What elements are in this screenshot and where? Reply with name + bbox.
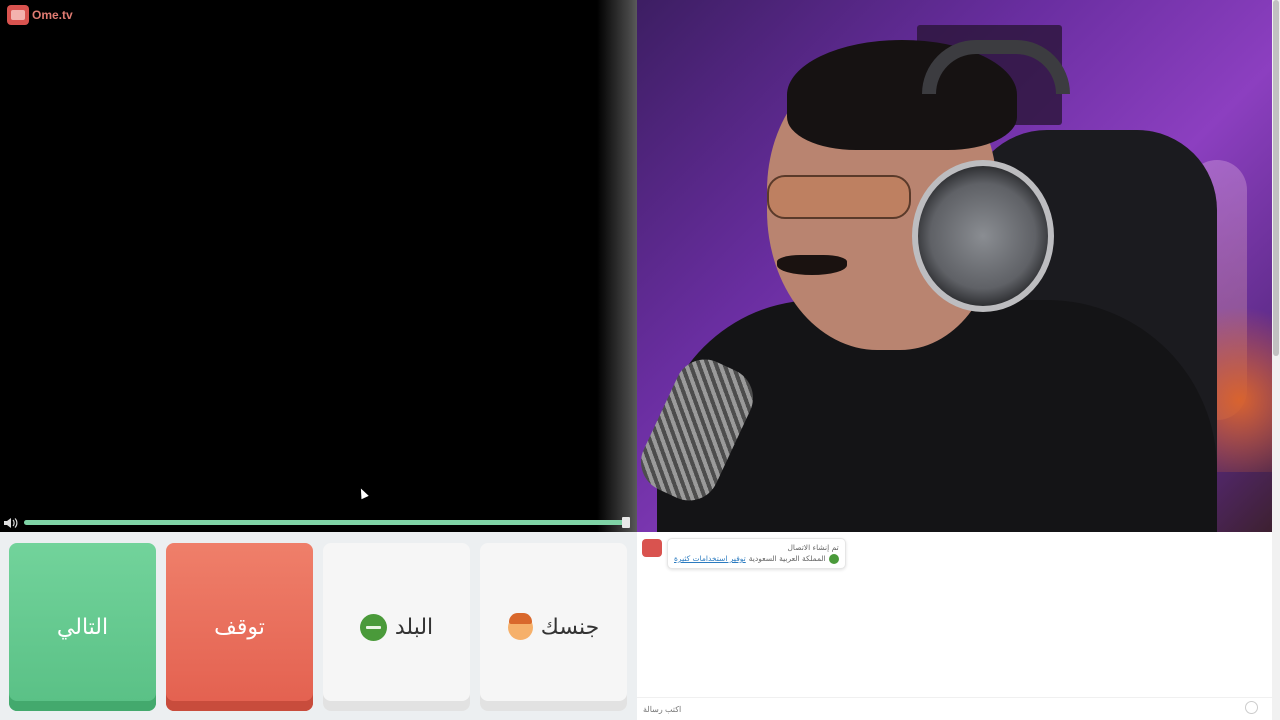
saudi-flag-icon (828, 553, 839, 564)
headphone-icon (912, 160, 1054, 312)
volume-slider[interactable] (24, 517, 630, 528)
boy-icon (507, 612, 533, 640)
speaker-icon[interactable] (3, 514, 23, 532)
chat-input[interactable] (641, 701, 1240, 718)
stop-button[interactable]: توقف (166, 543, 313, 711)
emoji-icon[interactable] (1245, 701, 1258, 714)
country-text: المملكة العربية السعودية (748, 554, 826, 563)
chat-message: تم إنشاء الاتصال المملكة العربية السعودي… (642, 538, 846, 569)
country-button-label: البلد (394, 614, 434, 640)
chat-panel: تم إنشاء الاتصال المملكة العربية السعودي… (637, 532, 1272, 720)
system-message-bubble: تم إنشاء الاتصال المملكة العربية السعودي… (667, 538, 846, 569)
video-edge-shade (597, 0, 637, 532)
ome-logo-icon (7, 5, 29, 25)
mustache (777, 255, 847, 275)
volume-bar[interactable] (0, 514, 637, 532)
saudi-flag-icon (359, 613, 387, 641)
stranger-video: Ome.tv (0, 0, 637, 532)
logo-text: Ome.tv (32, 8, 73, 22)
control-panel: التالي توقف البلد جنسك (0, 532, 637, 720)
page-scrollbar[interactable] (1272, 0, 1280, 720)
chat-input-row (637, 697, 1272, 720)
next-button[interactable]: التالي (9, 543, 156, 711)
stop-button-label: توقف (214, 614, 265, 640)
gender-button-label: جنسك (540, 614, 600, 640)
volume-fill (24, 517, 630, 528)
country-button[interactable]: البلد (323, 543, 470, 711)
self-video (637, 0, 1272, 532)
glasses (767, 175, 911, 219)
ome-logo[interactable]: Ome.tv (7, 5, 73, 25)
volume-knob[interactable] (622, 517, 630, 528)
next-button-label: التالي (56, 614, 109, 640)
ome-logo-icon (642, 539, 662, 557)
scrollbar-thumb[interactable] (1273, 0, 1279, 356)
connection-text: تم إنشاء الاتصال (787, 543, 839, 552)
mouse-cursor-icon (357, 486, 369, 500)
chat-link[interactable]: توفير استخدامات كثيرة (674, 553, 746, 564)
gender-button[interactable]: جنسك (480, 543, 627, 711)
